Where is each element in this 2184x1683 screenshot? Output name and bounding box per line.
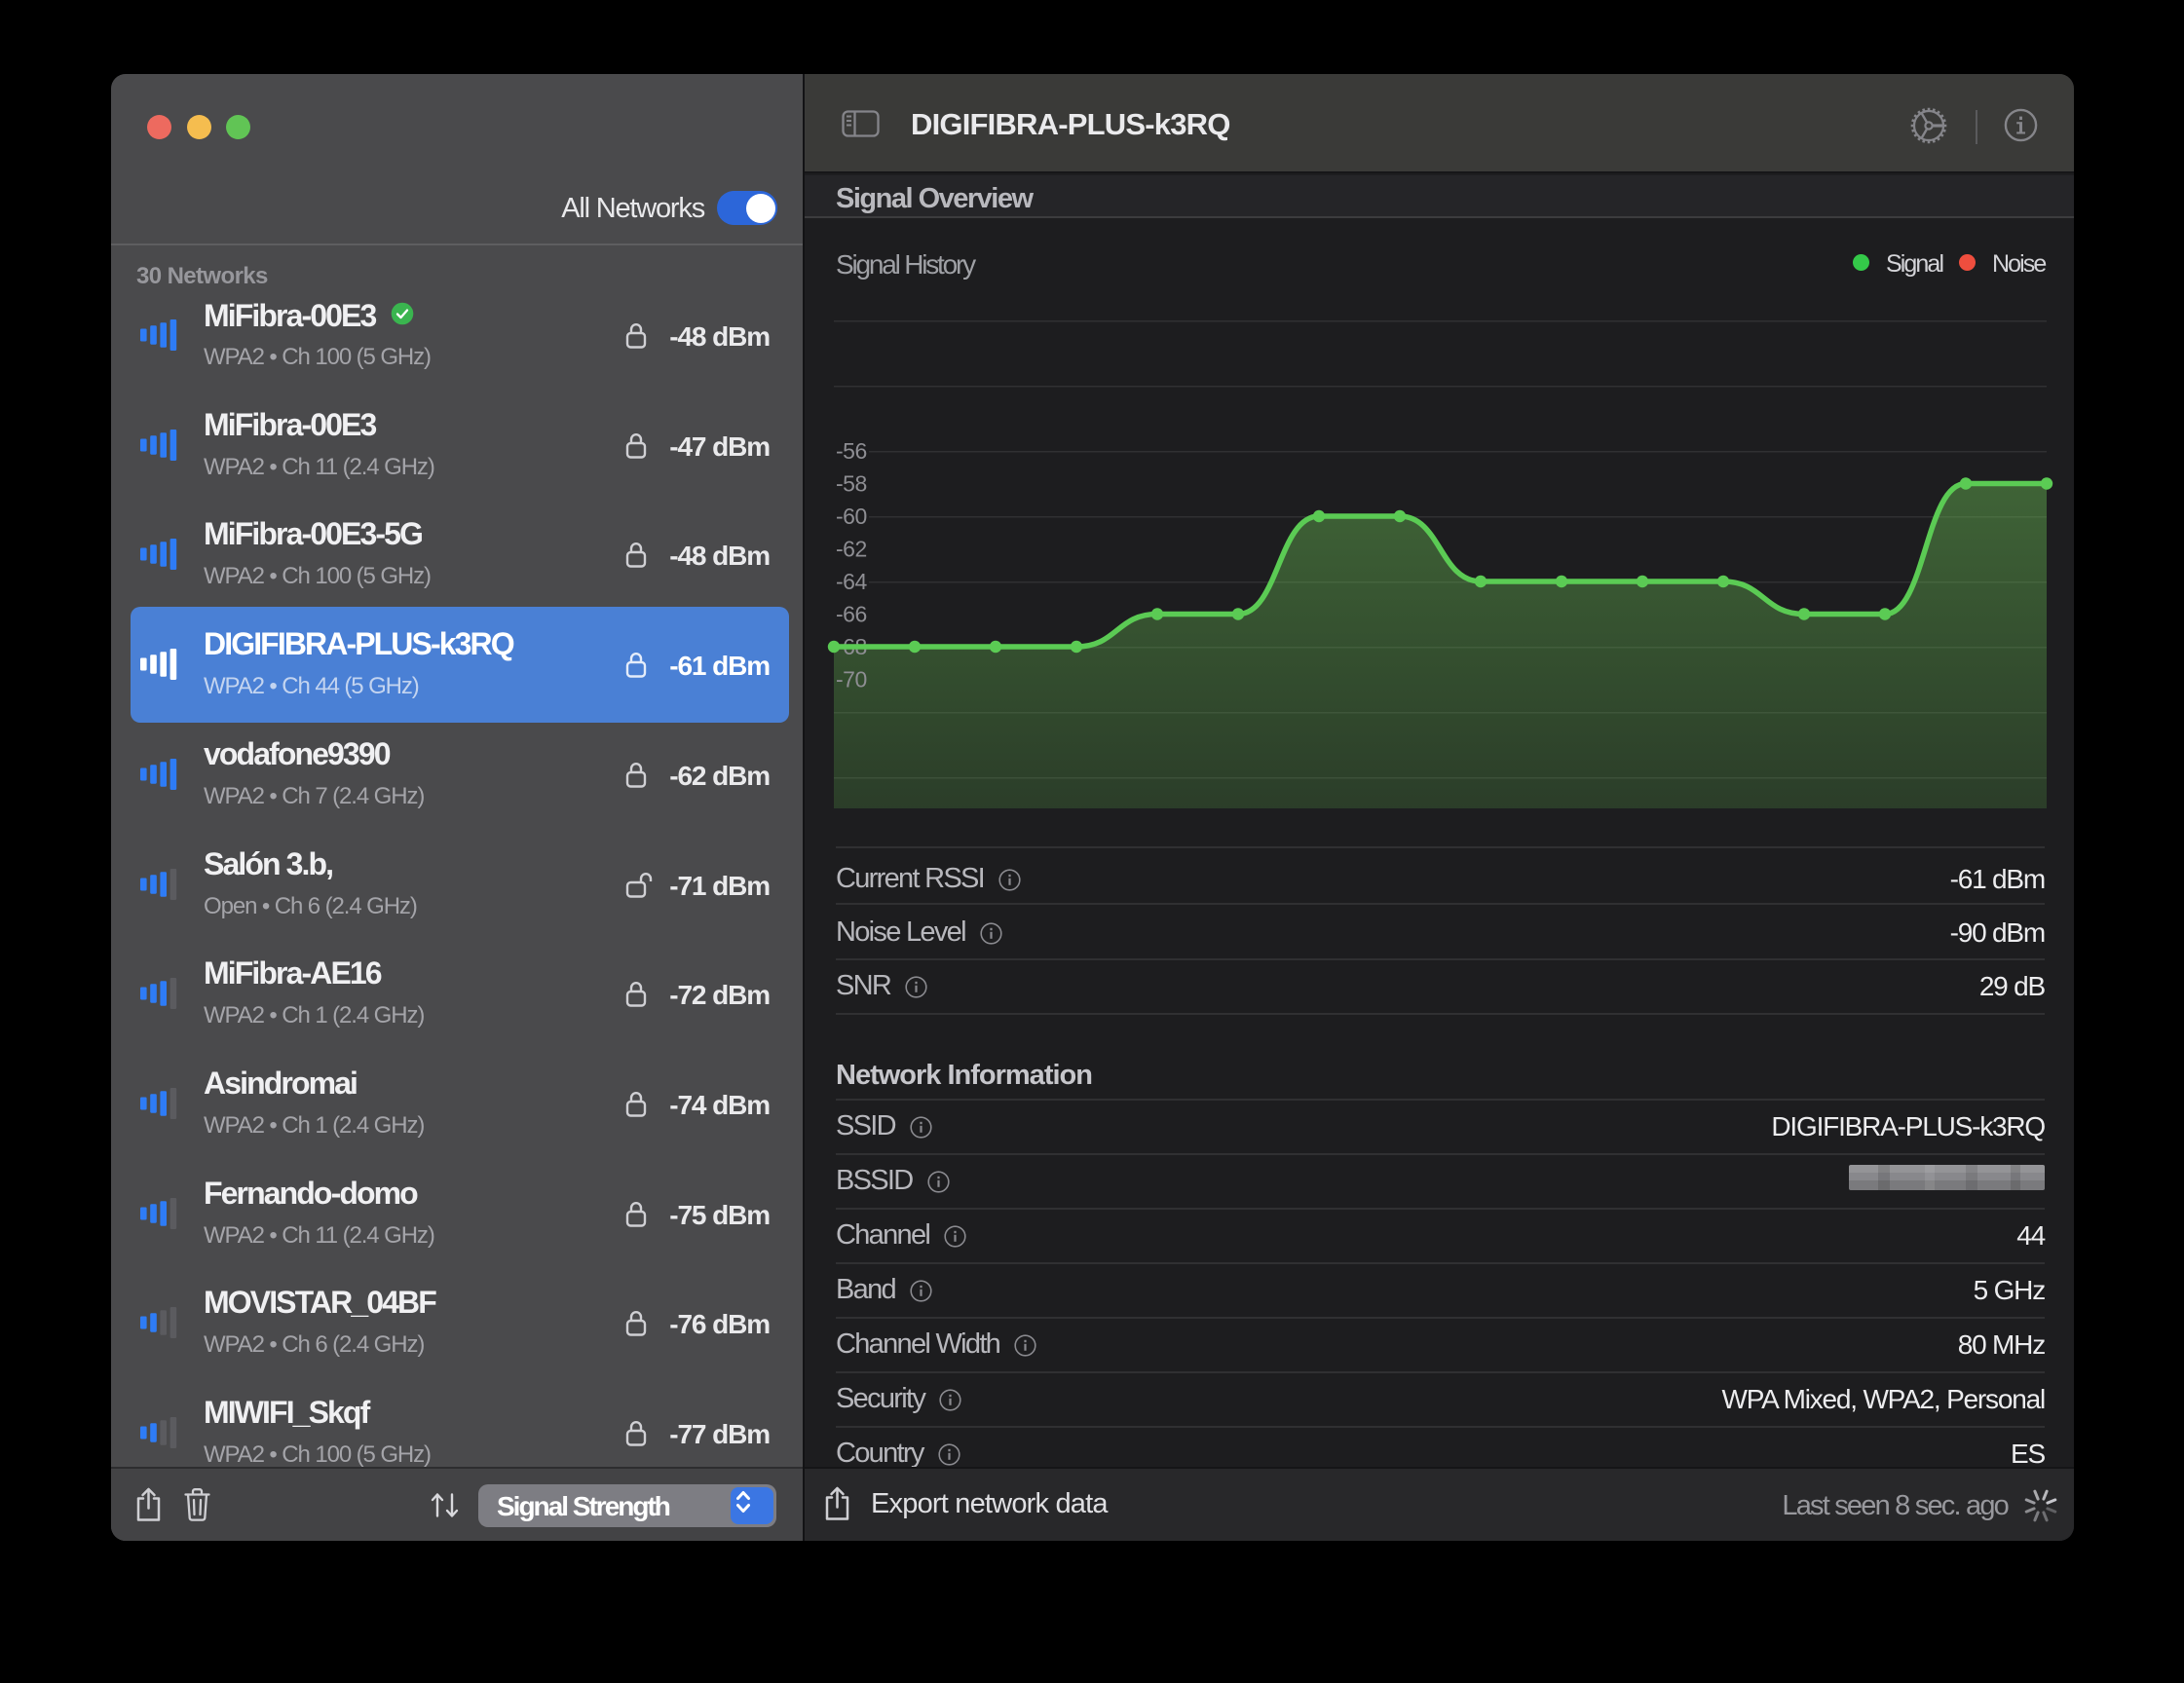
- svg-text:-56: -56: [836, 438, 867, 464]
- svg-text:-70: -70: [836, 667, 867, 692]
- svg-text:-66: -66: [836, 602, 867, 627]
- svg-text:-60: -60: [836, 504, 867, 529]
- svg-text:-62: -62: [836, 537, 867, 562]
- svg-text:-64: -64: [836, 569, 867, 594]
- svg-text:-58: -58: [836, 471, 867, 497]
